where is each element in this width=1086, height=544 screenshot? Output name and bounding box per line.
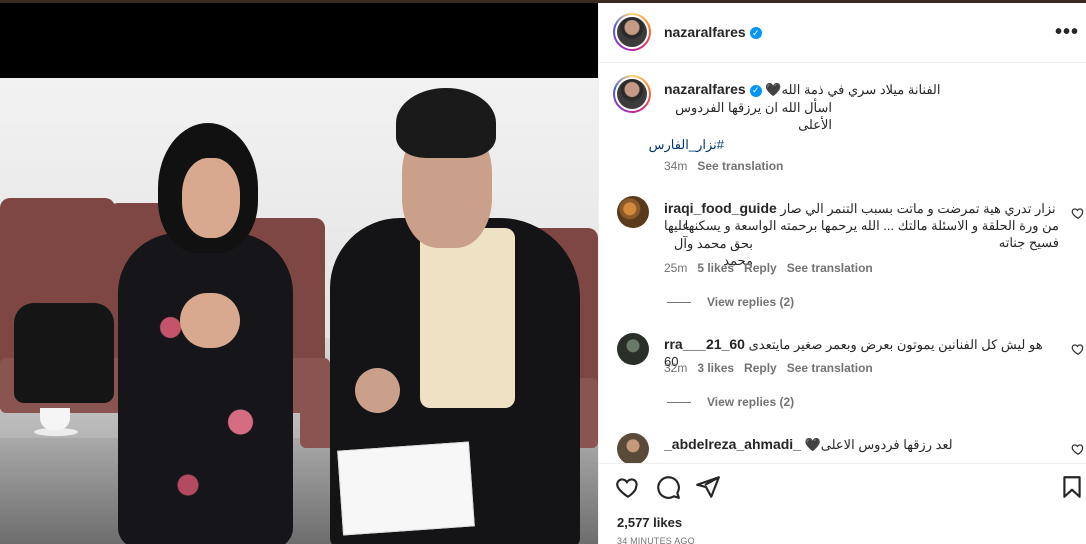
view-replies-button[interactable]: View replies (2) (667, 295, 794, 309)
caption-see-translation[interactable]: See translation (697, 159, 783, 173)
author-avatar[interactable] (613, 13, 651, 51)
comment: _abdelreza_ahmadi_ لعد رزقها فردوس الاعل… (664, 436, 1059, 453)
comment-meta: 32m 3 likes Reply See translation (664, 361, 883, 375)
caption-meta: 34m See translation (664, 159, 793, 173)
handbag (14, 303, 114, 403)
comment-time: 32m (664, 361, 688, 375)
like-comment-icon[interactable] (1071, 342, 1085, 356)
man-hair (396, 88, 496, 158)
comment-likes[interactable]: 3 likes (697, 361, 734, 375)
post-header: nazaralfares ✓ ••• (599, 3, 1086, 63)
like-comment-icon[interactable] (1071, 206, 1085, 220)
reply-button[interactable]: Reply (744, 361, 777, 375)
see-translation-button[interactable]: See translation (787, 361, 873, 375)
post-actions: 2,577 likes 34 MINUTES AGO (599, 463, 1086, 544)
comments-section[interactable]: nazaralfares ✓ الفنانة ميلاد سري في ذمة ا… (599, 63, 1086, 463)
verified-badge-icon: ✓ (749, 27, 762, 40)
view-replies-button[interactable]: View replies (2) (667, 395, 794, 409)
verified-badge-icon: ✓ (749, 84, 762, 97)
view-replies-label: View replies (2) (707, 295, 795, 309)
caption-username[interactable]: nazaralfares (664, 81, 746, 97)
comment-bubble-icon[interactable] (655, 474, 681, 500)
man-hand (355, 368, 400, 413)
coffee-cup (40, 408, 70, 430)
post-timestamp: 34 MINUTES AGO (617, 536, 695, 544)
comment-avatar[interactable] (617, 433, 649, 463)
reply-button[interactable]: Reply (744, 261, 777, 275)
author-name-row: nazaralfares ✓ (664, 24, 762, 40)
caption-time: 34m (664, 159, 688, 173)
more-options-icon[interactable]: ••• (1055, 21, 1079, 44)
comment-username[interactable]: _abdelreza_ahmadi_ (664, 436, 801, 452)
comment-meta: 25m 5 likes Reply See translation (664, 261, 883, 275)
caption-avatar[interactable] (613, 75, 651, 113)
paper-sheet (337, 441, 475, 536)
like-comment-icon[interactable] (1071, 442, 1085, 456)
comment-avatar[interactable] (617, 333, 649, 365)
man-shirt (420, 228, 515, 408)
comment-likes[interactable]: 5 likes (697, 261, 734, 275)
likes-count[interactable]: 2,577 likes (617, 515, 682, 530)
caption: nazaralfares ✓ الفنانة ميلاد سري في ذمة ا… (664, 81, 1074, 98)
post-media[interactable] (0, 3, 598, 544)
post-photo (0, 78, 598, 544)
comment-username[interactable]: iraqi_food_guide (664, 200, 777, 216)
comment-text: لعد رزقها فردوس الاعلى🖤 (804, 437, 953, 452)
woman-figure (118, 233, 293, 544)
author-username[interactable]: nazaralfares (664, 24, 746, 40)
caption-line-1: الفنانة ميلاد سري في ذمة الله🖤 (765, 82, 941, 97)
post-side-panel: nazaralfares ✓ ••• nazaralfares ✓ الفنانة … (598, 3, 1086, 544)
caption-line-2: اسأل الله ان يرزقها الفردوس الأعلى (675, 100, 832, 132)
comment-username[interactable]: rra___21_60 (664, 336, 745, 352)
save-bookmark-icon[interactable] (1059, 474, 1085, 500)
comment-time: 25m (664, 261, 688, 275)
woman-face (182, 158, 240, 238)
see-translation-button[interactable]: See translation (787, 261, 873, 275)
woman-arm (180, 293, 240, 348)
comment-avatar[interactable] (617, 196, 649, 228)
share-send-icon[interactable] (695, 474, 721, 500)
instagram-post-window: nazaralfares ✓ ••• nazaralfares ✓ الفنانة … (0, 0, 1086, 544)
like-heart-icon[interactable] (615, 474, 641, 500)
caption-hashtag[interactable]: #نزار_الفارس (649, 136, 724, 153)
view-replies-label: View replies (2) (707, 395, 795, 409)
